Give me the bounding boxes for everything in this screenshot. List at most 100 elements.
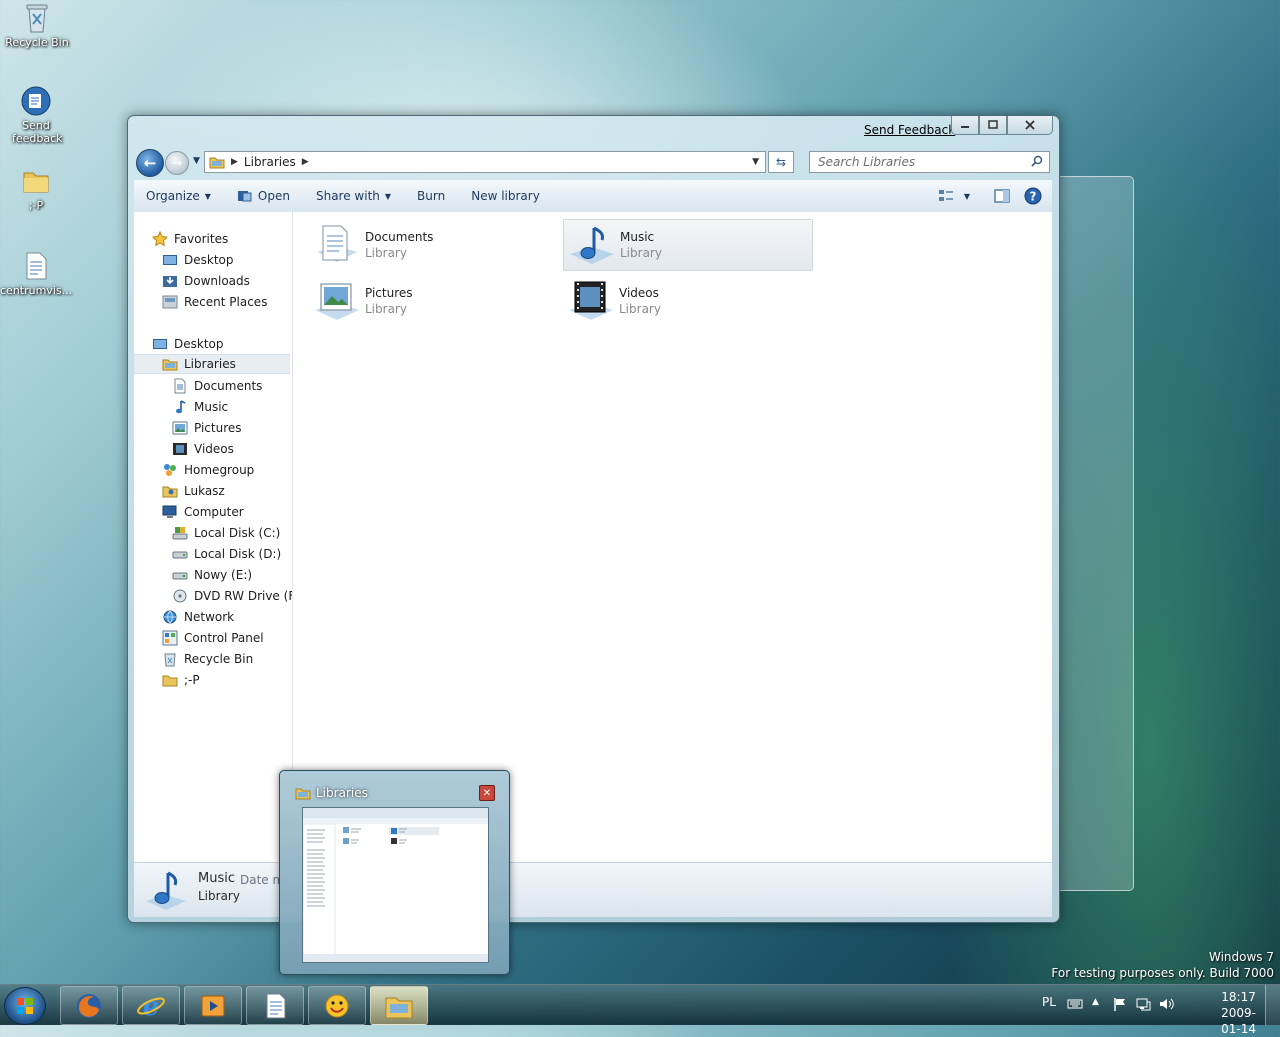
nav-pictures[interactable]: Pictures (172, 418, 242, 438)
watermark-line-2: For testing purposes only. Build 7000 (1051, 966, 1274, 980)
nav-label: Libraries (184, 357, 236, 371)
recent-pages-dropdown[interactable]: ▼ (193, 156, 200, 166)
minimize-button[interactable] (951, 116, 979, 135)
nav-documents[interactable]: Documents (172, 376, 262, 396)
help-icon[interactable]: ? (1024, 187, 1042, 205)
library-tile-documents[interactable]: Documents Library (309, 220, 557, 270)
refresh-button[interactable]: ⇆ (768, 151, 794, 173)
nav-recycle-bin[interactable]: Recycle Bin (162, 649, 253, 669)
maximize-button[interactable] (979, 116, 1007, 135)
address-history-dropdown[interactable]: ▼ (752, 157, 759, 167)
library-type: Library (365, 246, 407, 260)
nav-favorites[interactable]: Favorites (152, 229, 228, 249)
nav-network[interactable]: Network (162, 607, 234, 627)
keyboard-icon[interactable] (1067, 996, 1083, 1012)
nav-libraries[interactable]: Libraries (134, 354, 290, 374)
show-hidden-icons-arrow[interactable]: ▲ (1092, 997, 1099, 1007)
new-library-button[interactable]: New library (458, 180, 553, 212)
library-tile-videos[interactable]: Videos Library (563, 276, 811, 326)
nav-homegroup[interactable]: Homegroup (162, 460, 254, 480)
desktop-icon (153, 339, 167, 349)
back-button[interactable]: ← (136, 149, 164, 177)
nav-label: Music (194, 400, 229, 414)
search-input[interactable] (816, 154, 1025, 170)
organize-button[interactable]: Organize ▼ (134, 180, 224, 212)
breadcrumb-libraries[interactable]: Libraries (244, 155, 296, 169)
nav-desktop[interactable]: Desktop (152, 334, 224, 354)
nav-label: Favorites (174, 232, 229, 246)
taskbar-thumbnail-preview[interactable]: Libraries ✕ (279, 770, 510, 975)
network-status-icon[interactable] (1135, 996, 1151, 1012)
homegroup-icon (164, 464, 176, 476)
breadcrumb-arrow-icon[interactable]: ▶ (302, 157, 309, 167)
taskbar-media-player[interactable] (184, 986, 242, 1025)
preview-pane-icon[interactable] (994, 189, 1010, 203)
videos-icon (173, 443, 187, 455)
taskbar-firefox[interactable] (60, 986, 118, 1025)
documents-icon (174, 378, 186, 394)
command-bar: Organize ▼ Open Share with ▼ Burn New libr… (134, 180, 1052, 213)
nav-control-panel[interactable]: Control Panel (162, 628, 264, 648)
library-type: Library (365, 302, 407, 316)
clock[interactable]: 18:17 2009-01-14 (1221, 989, 1256, 1037)
volume-icon[interactable] (1158, 996, 1174, 1012)
nav-videos[interactable]: Videos (172, 439, 234, 459)
language-indicator[interactable]: PL (1042, 995, 1056, 1009)
clock-time: 18:17 (1221, 990, 1256, 1004)
address-bar[interactable]: ▶ Libraries ▶ ▼ (204, 151, 766, 173)
libraries-folder-icon (162, 359, 178, 371)
nav-label: Documents (194, 379, 263, 393)
show-desktop-button[interactable] (1265, 985, 1280, 1025)
taskbar-internet-explorer[interactable]: e (122, 986, 180, 1025)
media-player-icon (201, 995, 225, 1016)
nav-lukasz[interactable]: Lukasz (162, 481, 225, 501)
chevron-down-icon: ▼ (204, 191, 211, 201)
details-type: Library (198, 889, 240, 903)
hard-drive-icon (172, 551, 188, 559)
taskbar-smiley-app[interactable] (308, 986, 366, 1025)
nav-recent-places[interactable]: Recent Places (162, 292, 267, 312)
send-feedback-link[interactable]: Send Feedback (864, 123, 955, 137)
desktop-icon-label: Recycle Bin (5, 36, 69, 49)
nav-label: Videos (194, 442, 234, 456)
desktop-icon-document[interactable]: centrumvis... (0, 250, 72, 297)
windows-watermark: Windows 7 For testing purposes only. Bui… (1051, 950, 1274, 980)
minimize-icon (961, 126, 969, 128)
taskbar-windows-explorer[interactable] (370, 986, 428, 1025)
control-panel-icon (162, 630, 178, 646)
nav-downloads[interactable]: Downloads (162, 271, 250, 291)
open-button[interactable]: Open (224, 180, 303, 212)
burn-button[interactable]: Burn (404, 180, 458, 212)
nav-desktop-favorite[interactable]: Desktop (162, 250, 234, 270)
library-tile-pictures[interactable]: Pictures Library (309, 276, 557, 326)
action-center-flag-icon[interactable] (1112, 996, 1128, 1012)
library-name: Pictures (365, 286, 413, 300)
library-tile-music[interactable]: Music Library (563, 219, 813, 271)
close-button[interactable] (1007, 116, 1053, 135)
taskbar-document[interactable] (246, 986, 304, 1025)
desktop-icon-recycle-bin[interactable]: Recycle Bin (1, 2, 73, 49)
share-with-button[interactable]: Share with ▼ (303, 180, 404, 212)
nav-label: Network (184, 610, 235, 624)
forward-button[interactable]: → (165, 151, 189, 175)
change-view-button[interactable]: ▼ (938, 189, 970, 203)
search-icon[interactable] (1031, 155, 1043, 167)
nav-tongue-folder[interactable]: ;-P (162, 670, 200, 690)
nav-label: Recycle Bin (184, 652, 254, 666)
nav-computer[interactable]: Computer (162, 502, 244, 522)
desktop-icon-folder[interactable]: ;-P (0, 165, 72, 212)
nav-nowy-e[interactable]: Nowy (E:) (172, 565, 252, 585)
start-button[interactable] (4, 987, 46, 1025)
library-type: Library (620, 246, 662, 260)
library-type: Library (619, 302, 661, 316)
svg-text:?: ? (1030, 190, 1037, 204)
libraries-folder-icon (209, 157, 225, 169)
thumbnail-close-button[interactable]: ✕ (479, 785, 495, 801)
nav-local-disk-c[interactable]: Local Disk (C:) (172, 523, 280, 543)
nav-local-disk-d[interactable]: Local Disk (D:) (172, 544, 281, 564)
search-box[interactable] (809, 151, 1050, 173)
nav-dvd-drive-f[interactable]: DVD RW Drive (F:) (172, 586, 292, 606)
nav-music[interactable]: Music (172, 397, 228, 417)
desktop-icon-send-feedback[interactable]: Send feedback (0, 85, 72, 145)
window-miniature (302, 808, 488, 962)
